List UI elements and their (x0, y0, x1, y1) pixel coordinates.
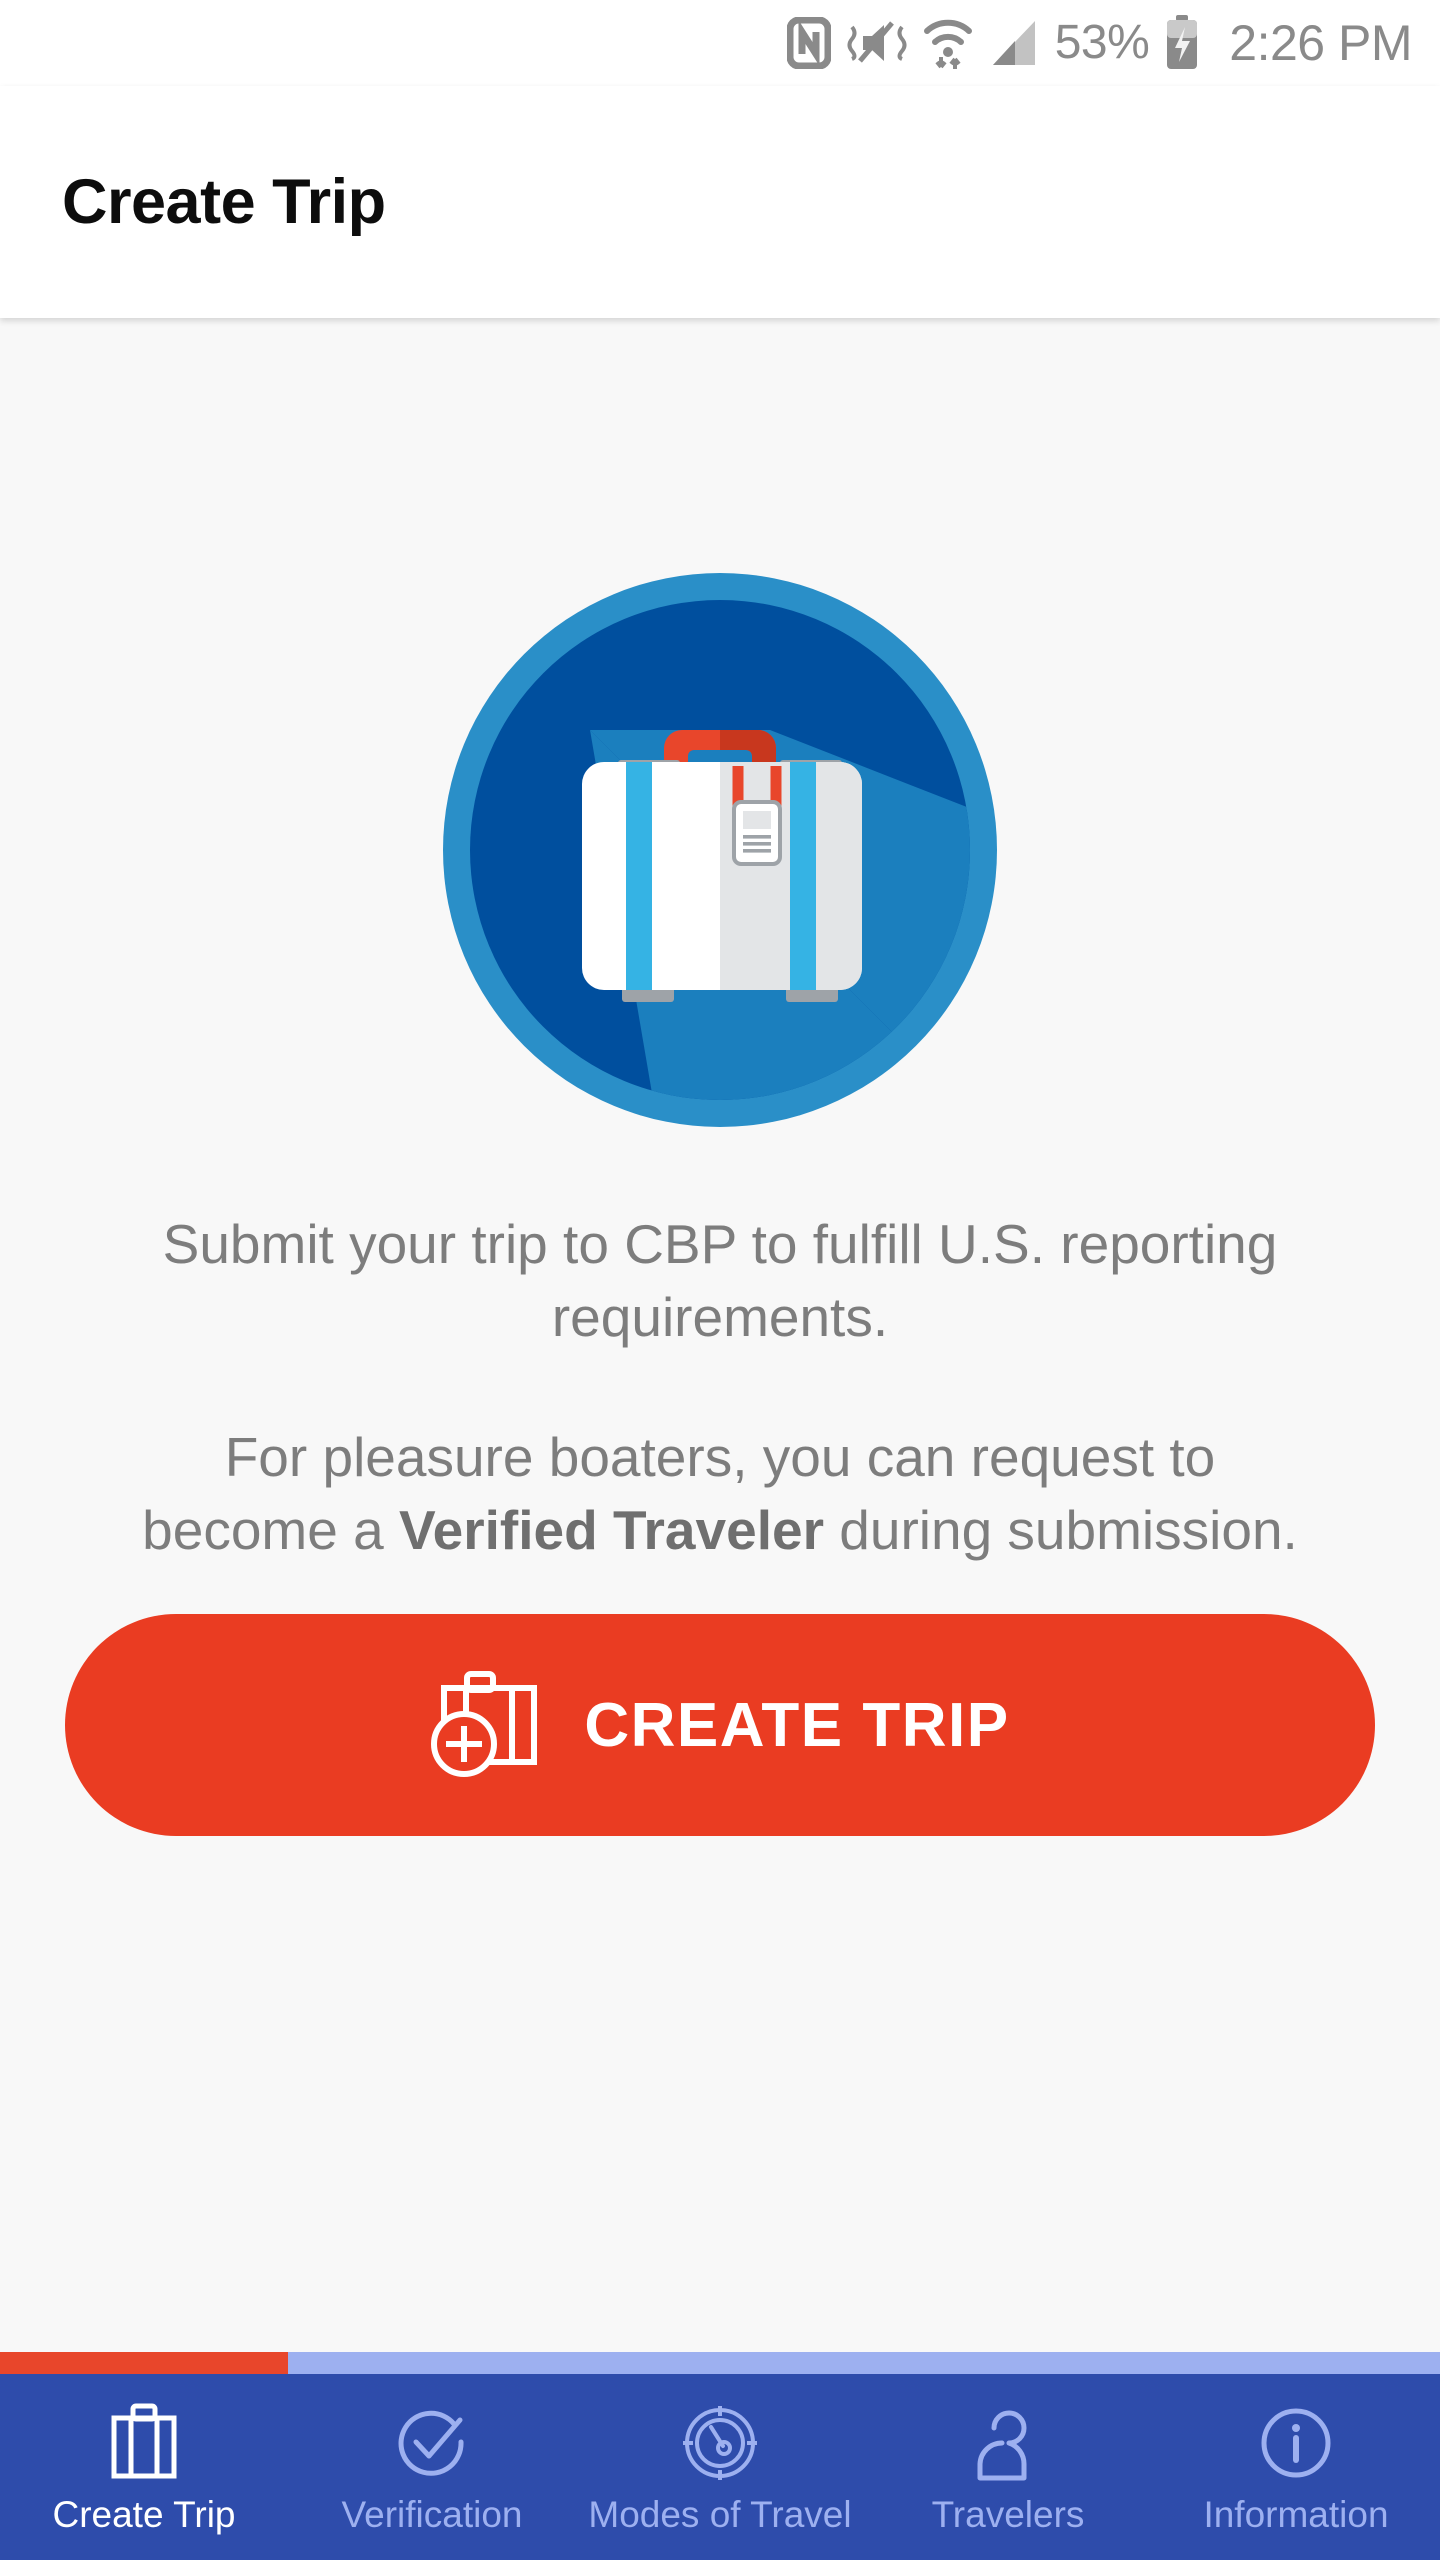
main-content: Submit your trip to CBP to fulfill U.S. … (0, 318, 1440, 2352)
bottom-navigation-bar: Create Trip Verification Modes of Travel… (0, 2374, 1440, 2560)
tab-progress-indicator (0, 2352, 1440, 2374)
description-block: Submit your trip to CBP to fulfill U.S. … (140, 1208, 1300, 1566)
page-title: Create Trip (62, 167, 386, 237)
cellular-signal-icon (989, 17, 1039, 69)
nav-label-information: Information (1203, 2493, 1389, 2535)
vibrate-mute-icon (847, 17, 907, 69)
suitcase-icon (106, 2402, 182, 2482)
suitcase-badge-illustration (440, 570, 1000, 1130)
battery-charging-icon (1165, 15, 1199, 71)
clock-label: 2:26 PM (1229, 15, 1412, 71)
description-paragraph-1: Submit your trip to CBP to fulfill U.S. … (162, 1213, 1278, 1348)
info-circle-icon (1256, 2402, 1336, 2482)
nav-item-create-trip[interactable]: Create Trip (0, 2374, 288, 2560)
status-bar-icons: 53% 2:26 PM (786, 15, 1412, 71)
app-screen: 53% 2:26 PM Create Trip Submit your trip… (0, 0, 1440, 2560)
nav-label-travelers: Travelers (931, 2493, 1085, 2535)
nav-label-verification: Verification (341, 2493, 523, 2535)
wifi-data-transfer-icon (923, 15, 973, 71)
nav-label-create-trip: Create Trip (52, 2493, 236, 2535)
person-icon (972, 2402, 1044, 2482)
nav-label-modes-of-travel: Modes of Travel (588, 2493, 852, 2535)
status-bar: 53% 2:26 PM (0, 0, 1440, 86)
create-trip-button[interactable]: CREATE TRIP (65, 1614, 1375, 1837)
nav-item-verification[interactable]: Verification (288, 2374, 576, 2560)
nav-item-information[interactable]: Information (1152, 2374, 1440, 2560)
description-text-part-2: during submission. (823, 1498, 1298, 1561)
check-circle-icon (392, 2402, 472, 2482)
nav-item-modes-of-travel[interactable]: Modes of Travel (576, 2374, 864, 2560)
tab-indicator-active-segment (0, 2352, 288, 2374)
app-header: Create Trip (0, 86, 1440, 318)
nfc-icon (786, 17, 831, 69)
verified-traveler-emphasis: Verified Traveler (398, 1498, 824, 1561)
add-suitcase-icon (430, 1668, 546, 1783)
tab-indicator-inactive-segment (288, 2352, 1440, 2374)
create-trip-button-label: CREATE TRIP (584, 1690, 1010, 1760)
compass-icon (680, 2402, 760, 2482)
description-paragraph-2: For pleasure boaters, you can request to… (140, 1421, 1300, 1566)
create-trip-button-container: CREATE TRIP (65, 1614, 1375, 1837)
battery-percent-label: 53% (1054, 16, 1150, 69)
nav-item-travelers[interactable]: Travelers (864, 2374, 1152, 2560)
